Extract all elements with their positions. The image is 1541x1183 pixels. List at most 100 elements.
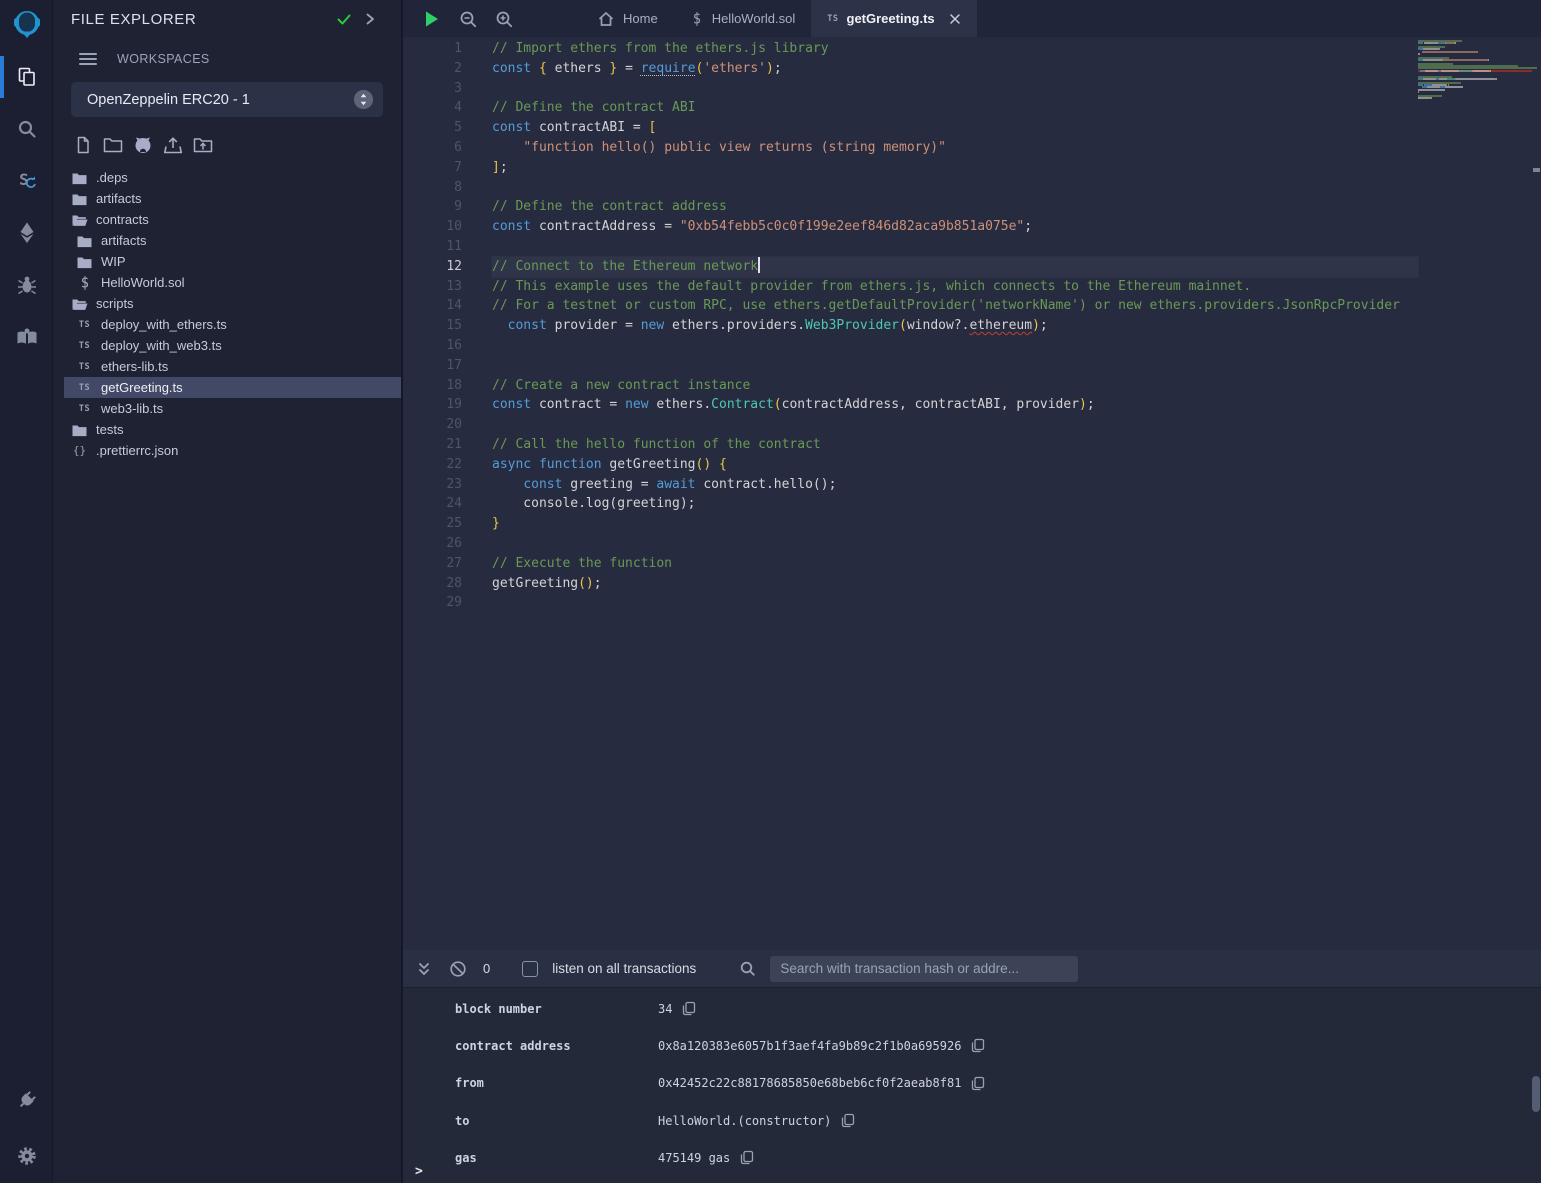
panel-expand-icon[interactable] [357,8,383,30]
listen-transactions-checkbox[interactable] [522,961,538,977]
terminal-scrollbar-thumb[interactable] [1532,1076,1540,1112]
new-folder-button[interactable] [103,135,123,155]
line-number: 21 [403,435,462,455]
tx-detail-label: contract address [455,1039,658,1053]
copy-button[interactable] [740,1150,754,1165]
tab-getgreeting-ts[interactable]: TSgetGreeting.ts [811,0,976,37]
remix-ide-window: S FILE EXPLORER WORKSPACES OpenZeppelin … [0,0,1541,1183]
tx-detail-value: 0x42452c22c88178685850e68beb6cf0f2aeab8f… [658,1076,961,1090]
copy-button[interactable] [971,1076,985,1091]
code-line-22: async function getGreeting() { [492,455,1418,475]
copy-button[interactable] [841,1113,855,1128]
tab-label: HelloWorld.sol [712,11,796,26]
tree-item-artifacts[interactable]: artifacts [64,230,401,251]
tree-item-contracts[interactable]: contracts [64,209,401,230]
activity-icon-remix-logo[interactable] [0,8,53,42]
tree-item-deploy-with-ethers-ts[interactable]: TSdeploy_with_ethers.ts [64,314,401,335]
folder-open-icon [72,213,88,227]
tree-item-web3-lib-ts[interactable]: TSweb3-lib.ts [64,398,401,419]
zoom-in-button[interactable] [493,8,515,30]
line-number: 1 [403,39,462,59]
terminal-prompt[interactable]: > [415,1164,423,1179]
editor-minimap[interactable] [1418,38,1532,101]
terminal-clear-icon[interactable] [447,958,469,980]
github-clone-button[interactable] [133,135,153,155]
terminal-collapse-icon[interactable] [413,958,435,980]
copy-button[interactable] [682,1001,696,1016]
activity-icon-deploy-run[interactable] [0,216,53,250]
tree-item-ethers-lib-ts[interactable]: TSethers-lib.ts [64,356,401,377]
activity-icon-plugin-manager[interactable] [0,1083,53,1117]
activity-icon-solidity-compiler[interactable]: S [0,164,53,198]
chevron-right-icon [363,12,377,26]
tree-item-getgreeting-ts[interactable]: TSgetGreeting.ts [64,377,401,398]
tree-item-scripts[interactable]: scripts [64,293,401,314]
tx-detail-row-contract-address: contract address0x8a120383e6057b1f3aef4f… [403,1027,1541,1064]
line-number: 15 [403,316,462,336]
line-number: 24 [403,494,462,514]
tree-item--prettierrc-json[interactable]: {}.prettierrc.json [64,440,401,461]
workspace-select[interactable]: OpenZeppelin ERC20 - 1 [71,82,383,117]
run-script-button[interactable] [421,8,443,30]
copy-button[interactable] [971,1038,985,1053]
code-line-17 [492,356,1418,376]
upload-file-button[interactable] [163,135,183,155]
tree-item--deps[interactable]: .deps [64,167,401,188]
code-line-2: const { ethers } = require('ethers'); [492,59,1418,79]
tree-item-label: scripts [96,296,134,311]
activity-icon-search[interactable] [0,112,53,146]
home-icon [597,10,615,28]
tab-close-icon[interactable] [949,13,961,25]
typescript-file-icon: TS [77,359,92,374]
line-number: 25 [403,514,462,534]
activity-icon-settings[interactable] [0,1139,53,1173]
tree-item-label: HelloWorld.sol [101,275,185,290]
tree-item-label: deploy_with_ethers.ts [101,317,227,332]
code-line-8 [492,178,1418,198]
line-number: 29 [403,593,462,613]
activity-icon-learneth[interactable] [0,320,53,354]
folder-icon [77,234,92,248]
search-icon [16,118,38,140]
activity-bar-top: S [0,0,53,354]
code-line-1: // Import ethers from the ethers.js libr… [492,39,1418,59]
code-line-27: // Execute the function [492,554,1418,574]
tree-item-label: WIP [101,254,126,269]
line-number: 10 [403,217,462,237]
solidity-compiler-icon: S [15,169,39,193]
tree-item-deploy-with-web3-ts[interactable]: TSdeploy_with_web3.ts [64,335,401,356]
activity-icon-file-explorer[interactable] [0,60,53,94]
tab-home[interactable]: Home [581,0,674,37]
line-number: 19 [403,395,462,415]
tree-item-helloworld-sol[interactable]: SHelloWorld.sol [64,272,401,293]
tree-item-artifacts[interactable]: artifacts [64,188,401,209]
editor-code[interactable]: // Import ethers from the ethers.js libr… [492,39,1418,613]
line-number: 17 [403,356,462,376]
code-editor[interactable]: 1234567891011121314151617181920212223242… [403,37,1541,950]
code-line-25: } [492,514,1418,534]
folder-icon [77,233,92,248]
zoom-out-button[interactable] [457,8,479,30]
load-folder-button[interactable] [193,135,213,155]
line-number: 11 [403,237,462,257]
workspaces-row: WORKSPACES [53,38,401,78]
terminal-search-input[interactable] [770,956,1078,982]
workspaces-menu-icon[interactable] [75,48,101,70]
new-file-button[interactable] [73,135,93,155]
workspace-check-icon[interactable] [331,8,357,30]
line-number: 18 [403,376,462,396]
activity-bar: S [0,0,53,1183]
code-line-26 [492,534,1418,554]
typescript-file-icon: TS [77,338,92,353]
tree-item-wip[interactable]: WIP [64,251,401,272]
tree-item-label: contracts [96,212,149,227]
activity-icon-debugger[interactable] [0,268,53,302]
tab-helloworld-sol[interactable]: SHelloWorld.sol [674,0,812,37]
tree-item-tests[interactable]: tests [64,419,401,440]
code-line-24: console.log(greeting); [492,494,1418,514]
listen-transactions-label: listen on all transactions [552,961,696,976]
tx-detail-row-from: from0x42452c22c88178685850e68beb6cf0f2ae… [403,1065,1541,1102]
terminal-listen-count: 0 [483,961,490,976]
line-number: 27 [403,554,462,574]
line-number: 8 [403,178,462,198]
